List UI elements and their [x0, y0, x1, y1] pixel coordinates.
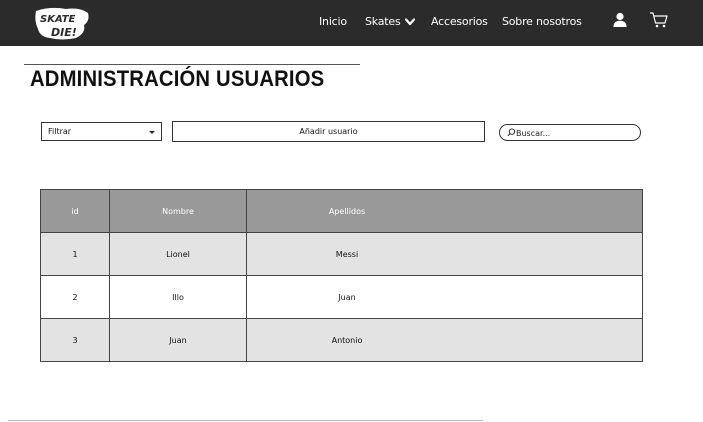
- svg-text:SKATE: SKATE: [40, 14, 76, 25]
- search-box[interactable]: [499, 124, 641, 141]
- cell-apellidos-text: Juan: [338, 292, 356, 302]
- header-apellidos: Apellidos: [246, 189, 643, 233]
- users-table: id Nombre Apellidos 1 Lionel Messi 2 Ill…: [40, 189, 643, 362]
- skate-or-die-logo[interactable]: SKATE DIE!: [32, 5, 92, 41]
- cell-apellidos: Juan: [246, 275, 643, 319]
- caret-down-icon: [149, 131, 155, 134]
- cell-nombre: Lionel: [109, 232, 247, 276]
- filter-label: Filtrar: [48, 127, 72, 136]
- cell-nombre: Illo: [109, 275, 247, 319]
- table-row[interactable]: 2 Illo Juan: [40, 275, 643, 319]
- navbar: SKATE DIE! Inicio Skates Accesorios Sobr…: [0, 0, 703, 46]
- chevron-down-icon: [404, 18, 415, 26]
- cell-id: 1: [40, 232, 110, 276]
- title-divider: [24, 64, 360, 65]
- cell-apellidos-text: Messi: [335, 249, 359, 259]
- footer-divider: [8, 420, 483, 421]
- cell-apellidos: Messi: [246, 232, 643, 276]
- cell-id: 2: [40, 275, 110, 319]
- cell-id: 3: [40, 318, 110, 362]
- table-header-row: id Nombre Apellidos: [40, 189, 643, 233]
- nav-sobre-nosotros[interactable]: Sobre nosotros: [502, 15, 582, 28]
- search-input[interactable]: [516, 127, 626, 139]
- filter-dropdown[interactable]: Filtrar: [41, 122, 162, 141]
- search-icon: [507, 128, 516, 137]
- nav-skates-label: Skates: [365, 15, 401, 28]
- header-nombre: Nombre: [109, 189, 247, 233]
- header-id: id: [40, 189, 110, 233]
- cart-icon[interactable]: [649, 11, 669, 29]
- nav-skates[interactable]: Skates: [365, 15, 415, 28]
- svg-text:DIE!: DIE!: [51, 26, 77, 39]
- cell-nombre: Juan: [109, 318, 247, 362]
- page-title: ADMINISTRACIÓN USUARIOS: [30, 66, 325, 91]
- cell-apellidos: Antonio: [246, 318, 643, 362]
- user-icon[interactable]: [612, 12, 628, 28]
- table-row[interactable]: 3 Juan Antonio: [40, 318, 643, 362]
- add-user-button[interactable]: Añadir usuario: [172, 121, 485, 142]
- table-row[interactable]: 1 Lionel Messi: [40, 232, 643, 276]
- cell-apellidos-text: Antonio: [331, 335, 363, 345]
- nav-inicio[interactable]: Inicio: [319, 15, 347, 28]
- nav-accesorios[interactable]: Accesorios: [431, 15, 488, 28]
- header-apellidos-label: Apellidos: [328, 206, 366, 216]
